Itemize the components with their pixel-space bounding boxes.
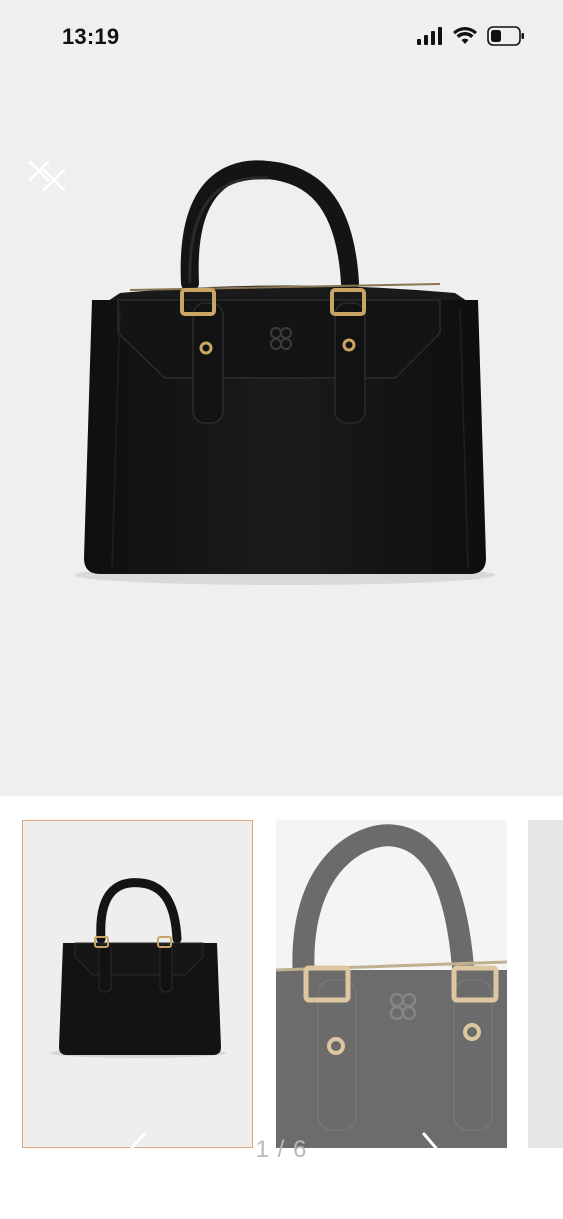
signal-icon xyxy=(417,27,442,45)
thumbnail-1[interactable] xyxy=(22,820,253,1148)
battery-icon xyxy=(487,26,524,46)
product-image-main[interactable] xyxy=(0,78,563,796)
thumbnail-2[interactable] xyxy=(276,820,507,1148)
thumbnail-fade-overlay xyxy=(276,820,507,1148)
image-counter: 1 / 6 xyxy=(255,1136,308,1163)
handbag-thumbnail-image xyxy=(50,878,226,1058)
thumbnail-3[interactable] xyxy=(528,820,563,1148)
wifi-icon xyxy=(453,27,477,44)
handbag-image xyxy=(75,160,495,585)
status-icons xyxy=(417,26,525,46)
close-icon[interactable] xyxy=(26,158,70,196)
status-bar: 13:19 xyxy=(0,0,563,78)
thumbnail-strip xyxy=(0,796,563,1176)
status-time: 13:19 xyxy=(62,24,120,49)
chevron-right-icon[interactable] xyxy=(410,1130,450,1166)
